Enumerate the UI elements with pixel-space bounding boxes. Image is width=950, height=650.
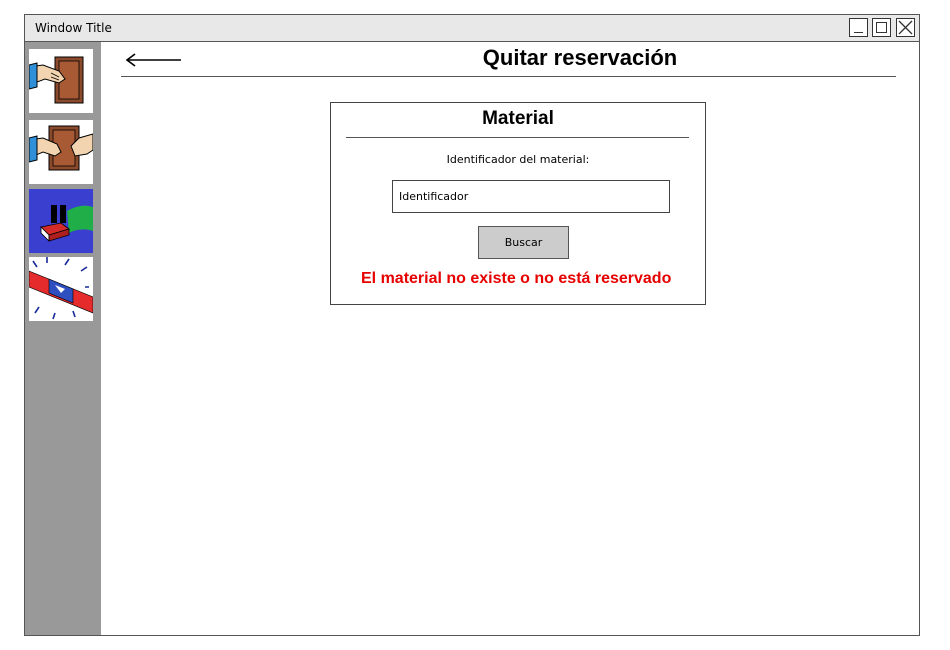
main-content: Quitar reservación Material Identificado… xyxy=(101,42,919,635)
sidebar xyxy=(25,42,101,635)
back-arrow-icon[interactable] xyxy=(123,50,183,70)
search-button[interactable]: Buscar xyxy=(478,226,569,259)
sidebar-item-reserve[interactable] xyxy=(29,49,93,113)
app-window: Window Title Quitar reservación Material… xyxy=(24,14,920,636)
error-message: El material no existe o no está reservad… xyxy=(361,270,672,287)
header-divider xyxy=(121,76,896,77)
pause-book-icon xyxy=(29,189,93,253)
maximize-button[interactable] xyxy=(872,18,891,37)
sidebar-item-pause[interactable] xyxy=(29,189,93,253)
window-title: Window Title xyxy=(35,21,112,35)
sidebar-item-siren[interactable] xyxy=(29,257,93,321)
hands-book-icon xyxy=(29,125,93,171)
panel-divider xyxy=(346,137,689,138)
minimize-button[interactable] xyxy=(849,18,868,37)
title-bar: Window Title xyxy=(25,15,919,42)
siren-icon xyxy=(29,257,93,320)
close-icon xyxy=(898,20,913,35)
panel-title: Material xyxy=(482,108,554,129)
page-title: Quitar reservación xyxy=(482,45,678,70)
close-button[interactable] xyxy=(896,18,915,37)
material-id-input[interactable]: Identificador xyxy=(392,180,670,213)
material-id-label: Identificador del material: xyxy=(446,153,590,166)
material-panel: Material Identificador del material: Ide… xyxy=(330,102,706,305)
sidebar-item-return[interactable] xyxy=(29,120,93,184)
hand-book-icon xyxy=(29,56,84,104)
